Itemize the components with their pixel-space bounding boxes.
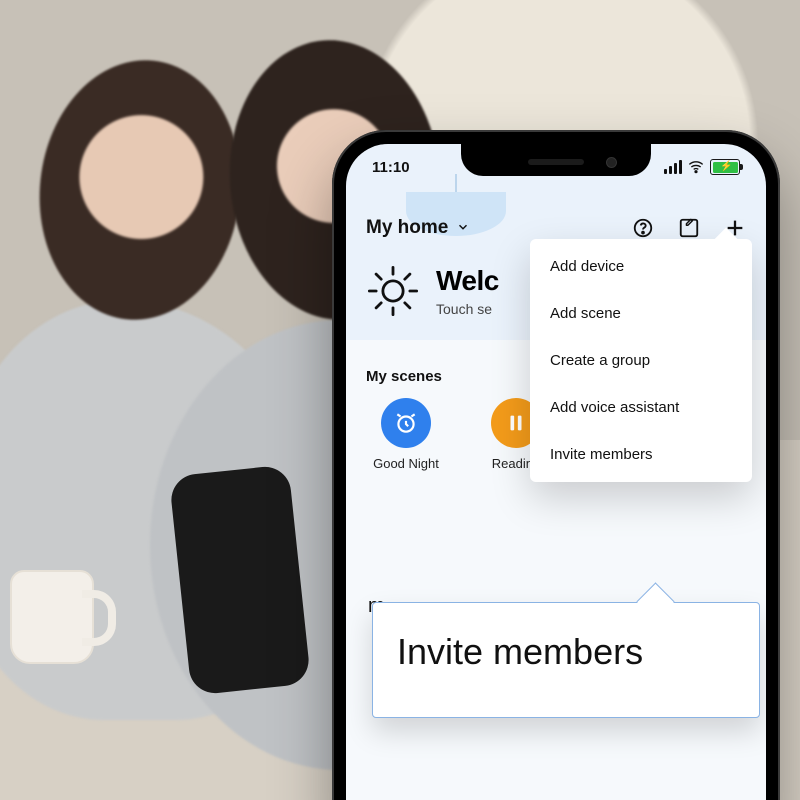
edit-square-icon[interactable] [678,217,700,239]
menu-add-voice-assistant[interactable]: Add voice assistant [530,384,752,431]
wifi-icon [688,159,704,175]
chevron-down-icon [456,220,470,237]
help-icon[interactable] [632,217,654,239]
callout-text: Invite members [397,631,643,672]
home-selector[interactable]: My home [366,217,470,239]
welcome-title: Welc [436,265,499,297]
status-right: ⚡ [664,159,740,175]
scene-good-night[interactable]: Good Night [366,398,446,471]
status-time: 11:10 [372,159,410,176]
home-label: My home [366,217,448,239]
scene-label: Good Night [373,456,439,471]
menu-add-scene[interactable]: Add scene [530,290,752,337]
invite-members-callout: Invite members [372,602,760,718]
held-phone [169,464,311,695]
phone-frame: 11:10 ⚡ My home [332,130,780,800]
battery-charging-icon: ⚡ [710,159,740,175]
menu-add-device[interactable]: Add device [530,243,752,290]
add-dropdown-menu: Add device Add scene Create a group Add … [530,239,752,482]
welcome-subtitle[interactable]: Touch se [436,301,499,317]
background-photo: 11:10 ⚡ My home [0,0,800,800]
alarm-clock-icon [381,398,431,448]
scenes-row[interactable]: Good Night Reading [366,398,556,471]
sun-icon [366,264,420,318]
my-scenes-label: My scenes [366,368,442,385]
menu-invite-members[interactable]: Invite members [530,431,752,478]
phone-notch [461,144,651,176]
menu-create-group[interactable]: Create a group [530,337,752,384]
callout-tail [636,582,674,620]
phone-screen: 11:10 ⚡ My home [346,144,766,800]
coffee-mug [10,570,94,664]
cellular-signal-icon [664,160,682,174]
